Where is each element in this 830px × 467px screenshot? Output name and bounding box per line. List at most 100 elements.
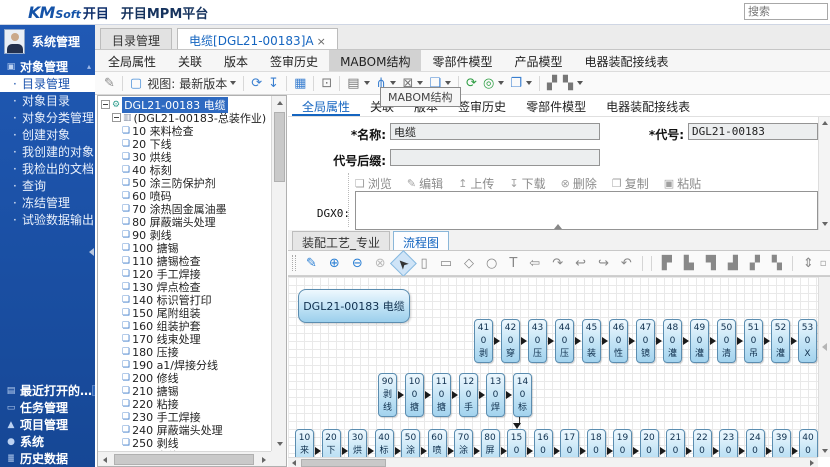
flow-node[interactable]: 240屏 [746, 429, 765, 457]
align-left-icon[interactable]: ▛ [658, 254, 676, 273]
arrow-forward-icon[interactable]: ↪ [594, 254, 613, 273]
canvas-horizontal-scrollbar[interactable] [288, 457, 818, 467]
panel-toggle-icon[interactable]: ▫ [820, 258, 827, 269]
sidebar-group[interactable]: ●系统 [0, 433, 95, 450]
module-tab[interactable]: 关联 [167, 50, 213, 71]
flow-node[interactable]: 70涂热 [454, 429, 473, 457]
doc-save-icon[interactable]: ↧ [268, 77, 279, 90]
flow-node[interactable]: 10来料 [295, 429, 314, 457]
scroll-down-icon[interactable] [819, 218, 830, 230]
flow-node[interactable]: 390剥 [772, 429, 791, 457]
process-tab[interactable]: 流程图 [393, 231, 449, 250]
database-icon[interactable]: ▤ [347, 77, 359, 90]
sidebar-item[interactable]: ·创建对象 [0, 126, 95, 143]
tree-item[interactable]: ❏240 屏蔽端头处理 [98, 423, 271, 436]
doc-sync-icon[interactable]: ⟳ [251, 77, 262, 90]
arrow-left-icon[interactable]: ⇦ [525, 254, 544, 273]
flow-node[interactable]: 150尾 [507, 429, 526, 457]
tree-item[interactable]: ❏210 搪锡 [98, 384, 271, 397]
scroll-up-icon[interactable] [819, 117, 830, 129]
distribute-vertical-icon[interactable]: ⇕ [799, 254, 818, 273]
process-shape-icon[interactable]: ▯ [417, 254, 432, 273]
sidebar-item[interactable]: ·冻结管理 [0, 194, 95, 211]
flow-node[interactable]: 20下线 [322, 429, 341, 457]
flow-node[interactable]: 190修 [613, 429, 632, 457]
flow-node[interactable]: 220粘 [693, 429, 712, 457]
sidebar-item[interactable]: ·对象分类管理 [0, 109, 95, 126]
zoom-in-icon[interactable]: ⊕ [325, 254, 344, 273]
file-button[interactable]: ↧下载 [509, 175, 545, 192]
diamond-shape-icon[interactable]: ◇ [460, 254, 478, 273]
window-copy-icon[interactable]: ⊡ [321, 77, 332, 90]
flow-node[interactable]: 40标刻 [375, 429, 394, 457]
tree-item[interactable]: ❏30 烘线 [98, 150, 271, 163]
file-button[interactable]: ✎编辑 [407, 175, 443, 192]
module-tab[interactable]: 产品模型 [503, 50, 573, 71]
collapse-expander-icon[interactable] [112, 113, 121, 122]
flow-node[interactable]: 130焊 [486, 373, 505, 417]
chevron-up-icon[interactable]: ▴ [87, 62, 91, 71]
flow-node[interactable]: 420穿 [501, 319, 520, 363]
scroll-up-icon[interactable] [272, 96, 287, 110]
flow-node[interactable]: 110搪 [432, 373, 451, 417]
flow-node[interactable]: 440压 [555, 319, 574, 363]
flow-node[interactable]: 230手 [719, 429, 738, 457]
file-button[interactable]: ⊗删除 [561, 175, 597, 192]
process-tab[interactable]: 装配工艺_专业 [292, 231, 390, 250]
form-vertical-scrollbar[interactable] [818, 117, 830, 230]
remove-node-icon[interactable]: ⊗ [371, 254, 390, 273]
tree-item[interactable]: ❏90 剥线 [98, 228, 271, 241]
flow-node[interactable]: 450装 [582, 319, 601, 363]
flow-node[interactable]: 80屏蔽 [481, 429, 500, 457]
module-tab[interactable]: 全局属性 [97, 50, 167, 71]
file-button[interactable]: ❏浏览 [355, 175, 392, 192]
align-top-icon[interactable]: ▜ [702, 254, 720, 273]
copy-doc-icon[interactable]: ❐ [510, 77, 522, 90]
tab-catalog-management[interactable]: 目录管理 [100, 28, 172, 49]
file-button[interactable]: ▣粘贴 [664, 175, 701, 192]
flow-root-node[interactable]: DGL21-00183 电缆 [298, 289, 410, 323]
user-avatar[interactable] [4, 29, 25, 54]
arrow-return-icon[interactable]: ↩ [571, 254, 590, 273]
splitter-collapse-icon[interactable] [554, 224, 562, 229]
tree-item[interactable]: ❏170 线束处理 [98, 332, 271, 345]
sidebar-item[interactable]: ·查询 [0, 177, 95, 194]
flow-node[interactable]: 200修 [640, 429, 659, 457]
chevron-down-icon[interactable]: ▾ [92, 385, 95, 396]
zoom-out-icon[interactable]: ⊖ [348, 254, 367, 273]
undo-icon[interactable]: ↶ [617, 254, 636, 273]
search-doc-icon[interactable]: ◎ [483, 77, 494, 90]
db-edit-icon[interactable]: ▚ [563, 77, 573, 90]
flow-node[interactable]: 530X [798, 319, 817, 363]
tree-horizontal-scrollbar[interactable] [98, 451, 271, 466]
scroll-right-icon[interactable] [806, 458, 818, 467]
terminal-shape-icon[interactable]: ▭ [436, 254, 456, 273]
view-value[interactable]: 最新版本 [179, 75, 227, 92]
chevron-down-icon[interactable] [526, 81, 532, 85]
flow-node[interactable]: 170线 [560, 429, 579, 457]
flow-node[interactable]: 60喷码 [428, 429, 447, 457]
chevron-down-icon[interactable] [417, 81, 423, 85]
tree-item[interactable]: ❏250 剥线 [98, 436, 271, 449]
table-icon[interactable]: ▦ [294, 77, 306, 90]
sidebar-item[interactable]: ·目录管理 [0, 75, 95, 92]
suffix-field[interactable] [390, 149, 600, 166]
chevron-down-icon[interactable] [230, 81, 236, 85]
scroll-down-icon[interactable] [819, 445, 830, 457]
tree-item[interactable]: ❏50 涂三防保护剂 [98, 176, 271, 189]
flow-node[interactable]: 180压 [587, 429, 606, 457]
tab-cable-document[interactable]: 电缆[DGL21-00183]A× [177, 28, 338, 49]
tree-item[interactable]: ❏200 修线 [98, 371, 271, 384]
module-tab[interactable]: 签审历史 [259, 50, 329, 71]
flow-node[interactable]: 210搪 [666, 429, 685, 457]
align-right-icon[interactable]: ▟ [724, 254, 742, 273]
flow-node[interactable]: 50涂三 [401, 429, 420, 457]
detail-tab[interactable]: 零部件模型 [516, 95, 596, 116]
edit-flow-icon[interactable]: ✎ [302, 254, 321, 273]
tree-vertical-scrollbar[interactable] [271, 96, 286, 451]
sidebar-group[interactable]: ≣历史数据 [0, 450, 95, 467]
scroll-left-icon[interactable] [98, 452, 112, 467]
text-tool-icon[interactable]: T [505, 254, 521, 273]
scroll-thumb[interactable] [114, 454, 254, 465]
db-config-icon[interactable]: ▞ [547, 77, 557, 90]
